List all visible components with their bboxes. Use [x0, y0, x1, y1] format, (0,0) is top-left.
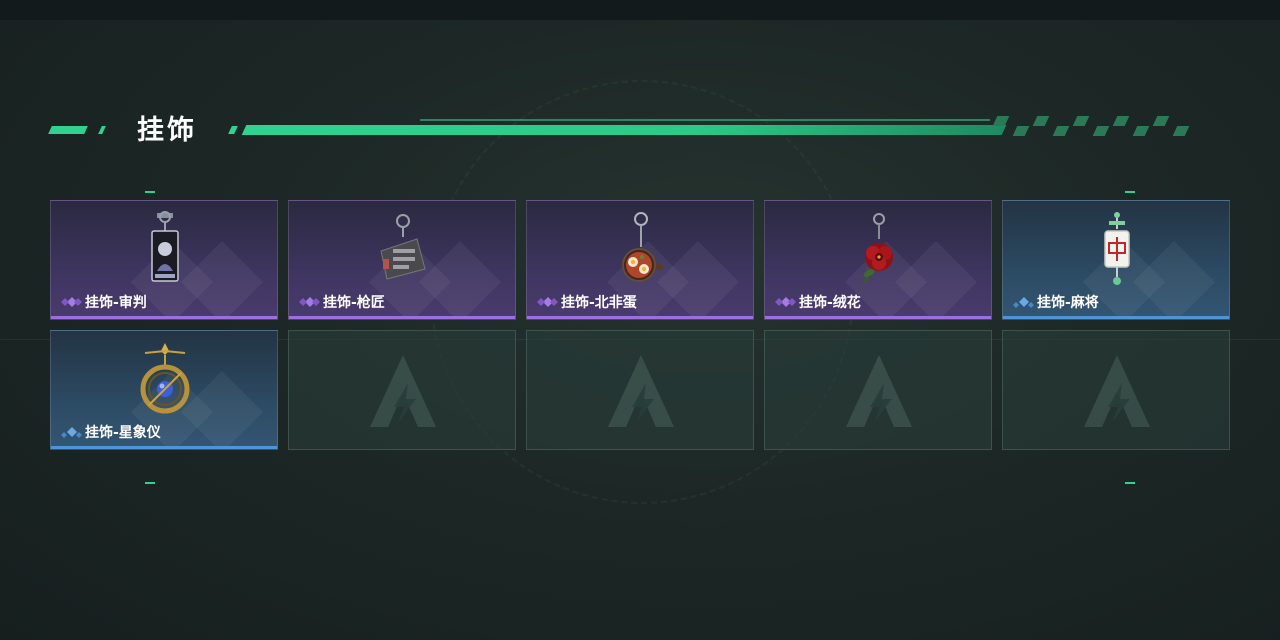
- tarot-card-charm-icon: [151, 211, 179, 282]
- charm-card[interactable]: 挂饰-麻将: [1002, 200, 1230, 320]
- header-accent-tick: [98, 126, 106, 134]
- charm-label: 挂饰-枪匠: [323, 295, 385, 311]
- charm-card[interactable]: 挂饰-枪匠: [288, 200, 516, 320]
- charm-label: 挂饰-星象仪: [85, 425, 161, 441]
- empty-slot: [288, 330, 516, 450]
- empty-slot: [764, 330, 992, 450]
- rarity-rare-icon: [61, 427, 82, 438]
- header-accent-dash: [48, 126, 88, 134]
- header-checker-pattern: [992, 116, 1200, 136]
- shakshuka-pan-charm-icon: [622, 212, 664, 282]
- velvet-flower-charm-icon: [862, 213, 893, 284]
- game-logo-icon: [1084, 355, 1150, 427]
- gunsmith-charm-icon: [380, 214, 426, 280]
- rarity-rare-icon: [1013, 297, 1034, 308]
- game-logo-icon: [608, 355, 674, 427]
- corner-mark: [145, 482, 155, 484]
- astrolabe-charm-icon: [140, 343, 190, 414]
- corner-mark: [1125, 482, 1135, 484]
- charm-card[interactable]: 挂饰-星象仪: [50, 330, 278, 450]
- rarity-epic-icon: [537, 297, 558, 307]
- charm-label: 挂饰-绒花: [799, 295, 861, 311]
- corner-mark: [145, 191, 155, 193]
- game-logo-icon: [370, 355, 436, 427]
- corner-mark: [1125, 191, 1135, 193]
- header-accent-bar: [241, 125, 1007, 135]
- top-bar: [0, 0, 1280, 20]
- mahjong-tile-charm-icon: [1104, 212, 1130, 285]
- rarity-epic-icon: [775, 297, 796, 307]
- charm-label: 挂饰-北非蛋: [561, 295, 637, 311]
- game-logo-icon: [846, 355, 912, 427]
- empty-slot: [526, 330, 754, 450]
- charm-card[interactable]: 挂饰-审判: [50, 200, 278, 320]
- charm-card[interactable]: 挂饰-北非蛋: [526, 200, 754, 320]
- charm-label: 挂饰-审判: [85, 295, 147, 311]
- rarity-epic-icon: [299, 297, 320, 307]
- charm-label: 挂饰-麻将: [1037, 295, 1099, 311]
- charm-card[interactable]: 挂饰-绒花: [764, 200, 992, 320]
- section-title: 挂饰: [137, 115, 197, 146]
- rarity-epic-icon: [61, 297, 82, 307]
- header-accent-tick: [228, 126, 238, 134]
- empty-slot: [1002, 330, 1230, 450]
- header-thin-line: [420, 119, 990, 121]
- charm-grid: 挂饰-审判 挂饰-枪匠 挂饰-北非蛋 挂饰-绒花 挂饰-麻将 挂饰-星象仪: [50, 200, 1230, 450]
